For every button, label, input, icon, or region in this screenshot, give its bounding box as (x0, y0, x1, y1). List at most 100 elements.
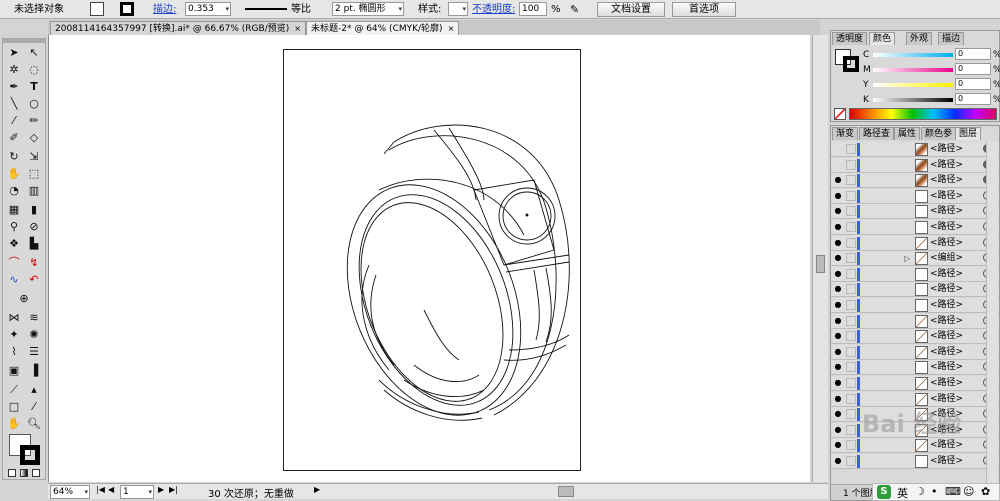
punctuation-icon[interactable]: • (931, 485, 938, 498)
visibility-eye-icon[interactable]: ● (833, 269, 843, 279)
layer-row[interactable]: <路径> (831, 142, 999, 157)
eyedropper-2-icon[interactable]: ⟋ (6, 383, 22, 397)
lock-toggle[interactable] (846, 440, 856, 451)
tab-stroke[interactable]: 描边 (938, 32, 965, 45)
pencil-tool-icon[interactable]: ✏ (26, 114, 42, 128)
symbol-sprayer-icon[interactable]: ❖ (6, 237, 22, 251)
layer-row[interactable]: ● <路径> (831, 266, 999, 282)
user-icon[interactable]: ☺ (963, 485, 974, 498)
layers-scrollbar[interactable] (986, 142, 998, 484)
rectangle-tool-icon[interactable]: □ (6, 400, 22, 414)
blob-brush-icon[interactable]: ✐ (6, 131, 22, 145)
tab-color-guide[interactable]: 颜色参 (921, 127, 957, 140)
toolbox-grip[interactable] (3, 39, 45, 43)
lock-toggle[interactable] (846, 331, 856, 342)
brush-dropdown[interactable]: 2 pt. 椭圆形 ▾ (332, 2, 404, 16)
eraser-tool-icon[interactable]: ◇ (26, 131, 42, 145)
none-swatch[interactable] (834, 108, 846, 120)
color-stroke-swatch[interactable] (843, 56, 859, 72)
layer-row[interactable]: ● <路径> (831, 235, 999, 251)
hand-tool-icon[interactable]: ✋ (6, 417, 22, 431)
lock-toggle[interactable] (846, 237, 856, 248)
lock-toggle[interactable] (846, 362, 856, 373)
layer-row[interactable]: <路径> (831, 157, 999, 173)
expand-arrow-icon[interactable]: ▷ (904, 251, 910, 266)
black-value-field[interactable]: 0 (955, 93, 991, 105)
free-transform-icon[interactable]: ⬚ (26, 167, 42, 181)
selection-tool-icon[interactable]: ➤ (6, 46, 22, 60)
scale-tool-icon[interactable]: ⇲ (26, 150, 42, 164)
black-slider[interactable] (873, 98, 953, 102)
lock-toggle[interactable] (846, 144, 856, 154)
visibility-eye-icon[interactable]: ● (833, 284, 843, 294)
cyan-value-field[interactable]: 0 (955, 48, 991, 60)
layer-row[interactable]: ● <路径> (831, 173, 999, 189)
visibility-eye-icon[interactable]: ● (833, 362, 843, 372)
vertical-scroll-thumb[interactable] (816, 255, 825, 273)
recolor-icon[interactable]: ✎ (570, 2, 579, 17)
next-page-icon[interactable]: ▶ (158, 485, 164, 494)
visibility-eye-icon[interactable]: ● (833, 175, 843, 185)
layer-row[interactable]: ● <路径> (831, 454, 999, 469)
close-icon[interactable]: × (448, 24, 455, 33)
visibility-eye-icon[interactable]: ● (833, 316, 843, 326)
visibility-eye-icon[interactable]: ● (833, 440, 843, 450)
document-setup-button[interactable]: 文档设置 (597, 2, 665, 17)
layer-row[interactable]: ● <路径> (831, 407, 999, 423)
color-mode-icon[interactable] (8, 469, 16, 477)
lock-toggle[interactable] (846, 346, 856, 357)
color-spectrum-bar[interactable] (849, 108, 997, 120)
stroke-profile[interactable]: 等比 (291, 2, 311, 17)
gradient-mode-icon[interactable] (20, 469, 28, 477)
yellow-value-field[interactable]: 0 (955, 78, 991, 90)
magic-wand-icon[interactable]: ✲ (6, 63, 22, 77)
lock-toggle[interactable] (846, 253, 856, 264)
ring-outline-drawing[interactable] (284, 50, 582, 472)
prev-page-icon[interactable]: ◀ (108, 485, 114, 494)
tab-layers[interactable]: 图层 (955, 127, 982, 140)
tab-doc-1[interactable]: 2008114164357997 [转换].ai* @ 66.67% (RGB/… (50, 21, 306, 35)
line-tool-icon[interactable]: ╲ (6, 97, 22, 111)
lock-toggle[interactable] (846, 393, 856, 404)
ime-language[interactable]: 英 (897, 485, 908, 501)
reshape-tool-icon[interactable]: ↶ (26, 273, 42, 287)
flare-icon[interactable]: ✺ (26, 328, 42, 342)
lock-toggle[interactable] (846, 206, 856, 217)
knife-tool-icon[interactable]: ⁄ (26, 400, 42, 414)
layer-row[interactable]: ● <路径> (831, 282, 999, 298)
eyedropper-icon[interactable]: ⚲ (6, 220, 22, 234)
zoom-tool-icon[interactable]: 🔍︎ (26, 417, 42, 431)
page-dropdown[interactable]: 1 ▾ (120, 485, 154, 499)
last-page-icon[interactable]: ▶| (169, 485, 178, 494)
slice-tool-icon[interactable]: ↯ (26, 256, 42, 270)
layer-row[interactable]: ● <路径> (831, 376, 999, 391)
tab-pathfinder[interactable]: 路径查 (859, 127, 895, 140)
layer-row[interactable]: ● <路径> (831, 204, 999, 220)
opacity-label-link[interactable]: 不透明度: (472, 2, 515, 17)
tab-attributes[interactable]: 属性 (894, 127, 921, 140)
layer-row[interactable]: ● <路径> (831, 188, 999, 204)
crosshair-icon[interactable]: ⊕ (16, 292, 32, 306)
none-mode-icon[interactable] (32, 469, 40, 477)
visibility-eye-icon[interactable] (833, 160, 843, 170)
zoom-dropdown[interactable]: 64% ▾ (50, 485, 90, 499)
rotate-tool-icon[interactable]: ↻ (6, 150, 22, 164)
stroke-color-swatch[interactable] (20, 445, 40, 465)
status-menu-icon[interactable]: ▶ (314, 485, 320, 494)
keyboard-icon[interactable]: ⌨ (945, 485, 961, 498)
stroke-label-link[interactable]: 描边: (153, 2, 176, 17)
close-icon[interactable]: × (294, 24, 301, 33)
lock-toggle[interactable] (846, 175, 856, 186)
layer-row[interactable]: ● <路径> (831, 438, 999, 454)
layer-row[interactable]: ● <路径> (831, 298, 999, 313)
visibility-eye-icon[interactable] (833, 144, 843, 154)
style-dropdown[interactable]: ▾ (448, 2, 468, 16)
lock-toggle[interactable] (846, 222, 856, 232)
layer-row[interactable]: ● <路径> (831, 329, 999, 345)
type-tool-icon[interactable]: T (26, 80, 42, 94)
vertical-scrollbar[interactable] (812, 35, 828, 482)
lock-toggle[interactable] (846, 268, 856, 279)
blend-tool-icon[interactable]: ⊘ (26, 220, 42, 234)
visibility-eye-icon[interactable]: ● (833, 409, 843, 419)
perspective-grid-icon[interactable]: ▥ (26, 184, 42, 198)
